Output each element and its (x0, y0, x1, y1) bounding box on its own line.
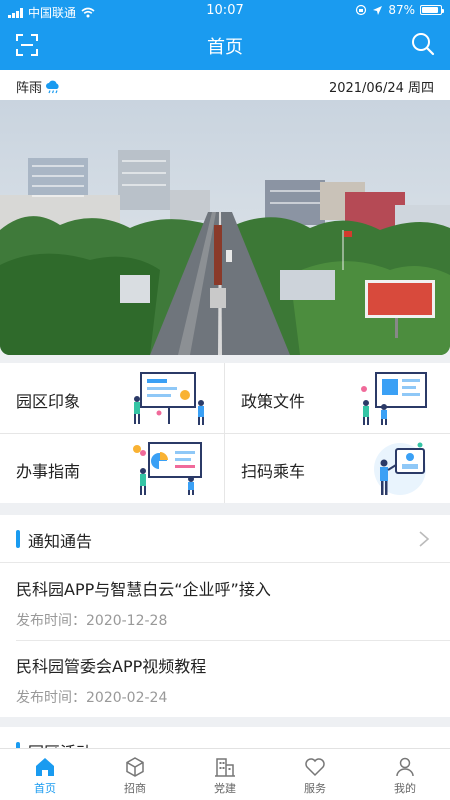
tab-label: 招商 (124, 782, 146, 795)
battery-fill (422, 7, 438, 13)
quick-link-label: 政策文件 (241, 392, 306, 411)
tab-investment[interactable]: 招商 (90, 749, 180, 800)
notice-item-date: 发布时间：2020-12-28 (16, 613, 168, 629)
building-icon (215, 758, 235, 777)
tab-label: 党建 (214, 782, 236, 795)
tab-home[interactable]: 首页 (0, 749, 90, 800)
tab-label: 我的 (394, 782, 416, 795)
weather-text: 阵雨 (16, 81, 43, 96)
date-text: 2021/06/24 周四 (328, 81, 434, 96)
quick-link-service-guide[interactable]: 办事指南 (0, 433, 225, 503)
search-icon[interactable] (410, 31, 436, 57)
home-icon (36, 758, 54, 776)
person-qr-illustration (374, 442, 426, 495)
user-icon (396, 757, 414, 777)
status-right: 87% (355, 3, 444, 17)
notice-item[interactable]: 民科园APP与智慧白云“企业呼”接入 发布时间：2020-12-28 (0, 564, 450, 640)
tab-mine[interactable]: 我的 (360, 749, 450, 800)
banner-image[interactable] (0, 100, 450, 355)
tab-services[interactable]: 服务 (270, 749, 360, 800)
chart-board-illustration (133, 442, 202, 495)
heart-icon (305, 758, 325, 777)
rotation-lock-icon (356, 4, 367, 16)
home-screen: 中国联通 10:07 87% 首页 阵雨 2021/06/24 周四 园区印象 … (0, 0, 450, 800)
tab-party-building[interactable]: 党建 (180, 749, 270, 800)
notice-section: 通知通告 民科园APP与智慧白云“企业呼”接入 发布时间：2020-12-28 … (0, 515, 450, 717)
notice-item-title: 民科园管委会APP视频教程 (16, 657, 207, 676)
page-title: 首页 (207, 37, 243, 58)
chevron-right-icon[interactable] (418, 530, 430, 548)
notice-header[interactable]: 通知通告 (0, 515, 450, 563)
quick-links-grid: 园区印象 政策文件 办事指南 扫码乘车 (0, 363, 450, 503)
quick-link-label: 扫码乘车 (241, 462, 306, 481)
section-accent-bar (16, 530, 20, 548)
nav-bar: 首页 (0, 22, 450, 70)
tab-label: 首页 (34, 782, 56, 795)
notice-item[interactable]: 民科园管委会APP视频教程 发布时间：2020-02-24 (0, 641, 450, 717)
quick-link-park-impression[interactable]: 园区印象 (0, 363, 225, 433)
presentation-board-illustration (134, 372, 204, 425)
banner-photo (0, 100, 450, 355)
cloud-rain-icon (46, 80, 59, 93)
location-icon (373, 5, 383, 15)
cube-icon (126, 757, 144, 777)
quick-link-label: 园区印象 (16, 392, 81, 411)
battery-percent: 87% (388, 3, 415, 17)
notice-item-title: 民科园APP与智慧白云“企业呼”接入 (16, 580, 271, 599)
quick-link-scan-ride[interactable]: 扫码乘车 (225, 433, 450, 503)
app-header: 中国联通 10:07 87% 首页 (0, 0, 450, 70)
quick-link-label: 办事指南 (16, 462, 81, 481)
notice-title: 通知通告 (28, 532, 93, 551)
status-bar: 中国联通 10:07 87% (0, 0, 450, 22)
quick-link-policy-documents[interactable]: 政策文件 (225, 363, 450, 433)
battery-icon (420, 5, 444, 15)
grid-divider-horizontal (0, 433, 450, 434)
weather: 阵雨 (16, 77, 61, 96)
document-board-illustration (361, 372, 427, 425)
bottom-tab-bar: 首页 招商 党建 服务 我的 (0, 748, 450, 800)
notice-item-date: 发布时间：2020-02-24 (16, 690, 168, 706)
tab-label: 服务 (304, 782, 326, 795)
weather-date-bar: 阵雨 2021/06/24 周四 (0, 70, 450, 100)
